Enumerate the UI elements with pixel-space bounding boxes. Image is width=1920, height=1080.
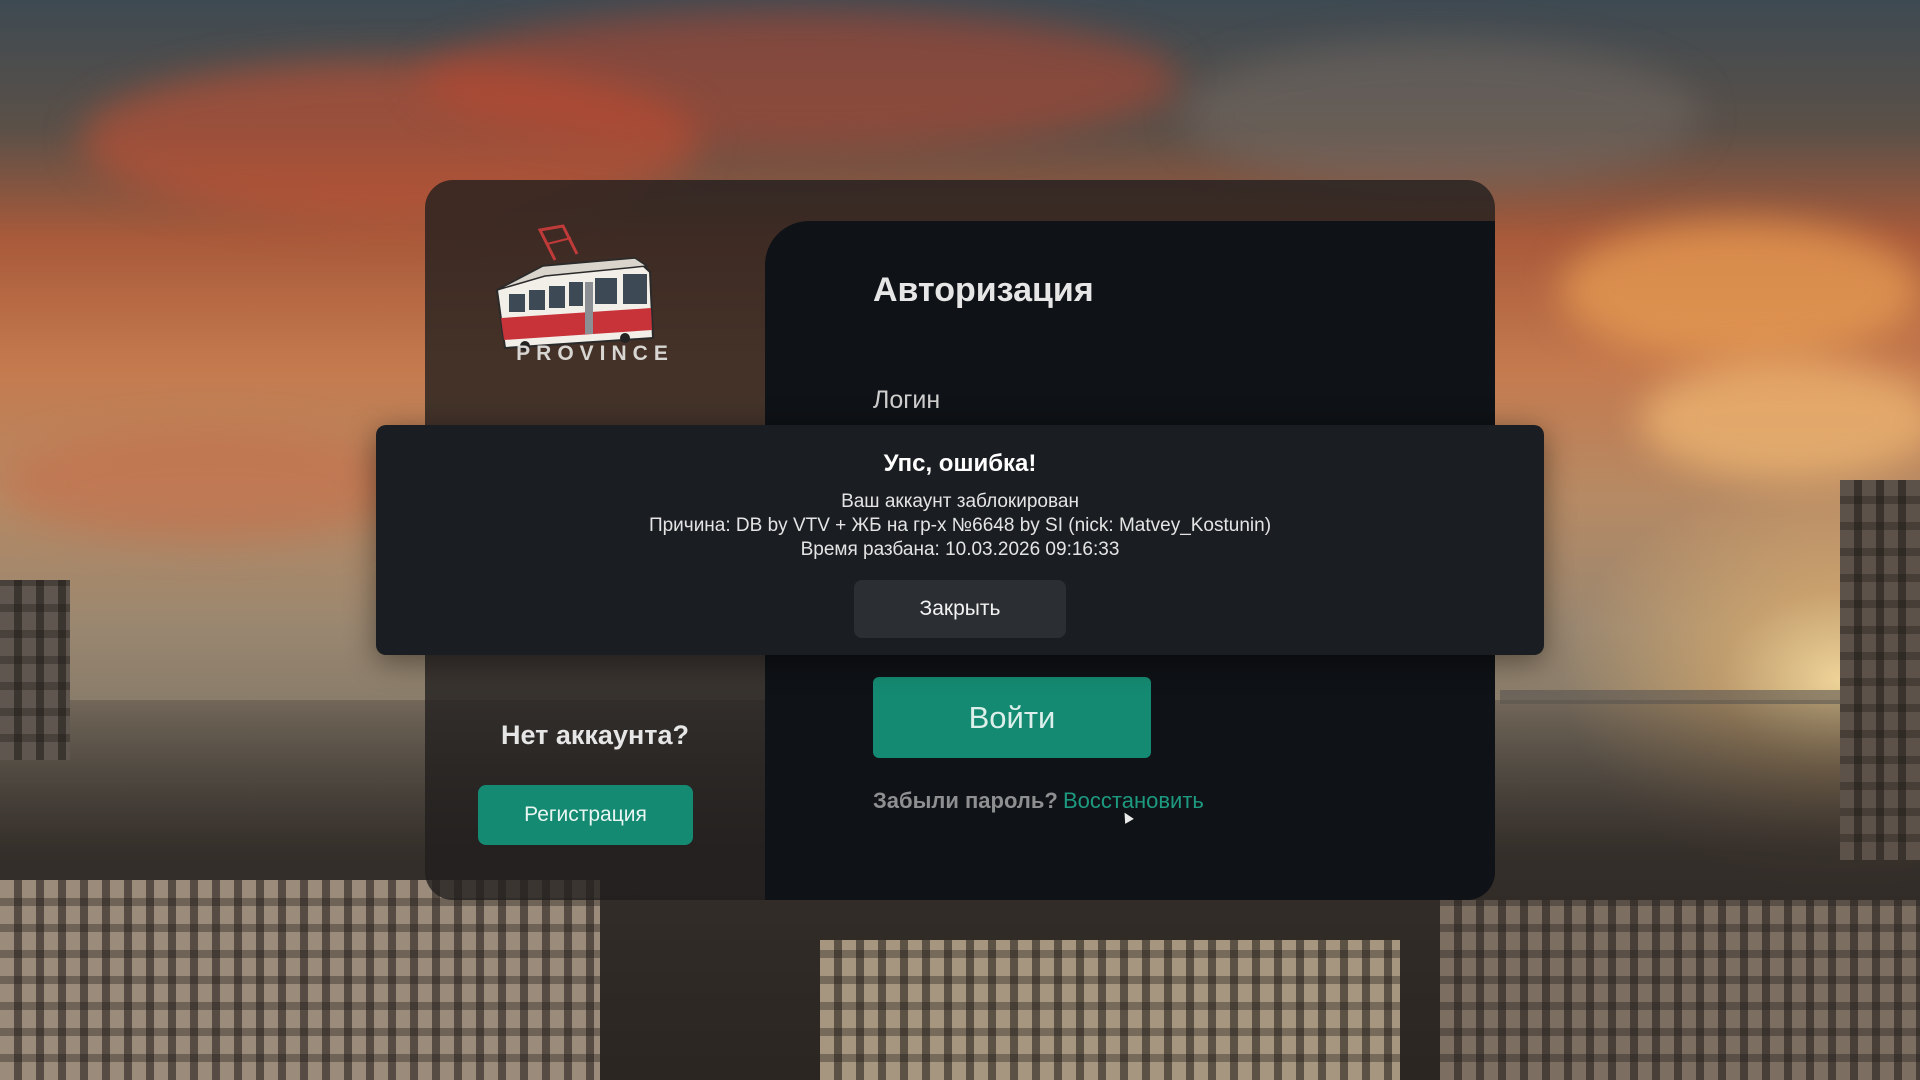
restore-password-link[interactable]: Восстановить [1063, 788, 1204, 814]
tram-icon [485, 220, 665, 360]
building [0, 580, 70, 760]
cloud [1560, 220, 1920, 360]
error-message: Ваш аккаунт заблокирован Причина: DB by … [376, 490, 1544, 562]
brand-name: PROVINCE [516, 342, 674, 365]
no-account-text: Нет аккаунта? [501, 720, 689, 750]
page-title: Авторизация [873, 271, 1094, 309]
building [820, 940, 1400, 1080]
building [0, 880, 600, 1080]
error-line-status: Ваш аккаунт заблокирован [841, 491, 1079, 512]
forgot-password-text: Забыли пароль? [873, 788, 1058, 813]
cloud [1640, 360, 1920, 480]
register-button[interactable]: Регистрация [478, 785, 693, 845]
close-button[interactable]: Закрыть [854, 580, 1066, 638]
bridge [1500, 690, 1860, 704]
error-line-unban-time: Время разбана: 10.03.2026 09:16:33 [800, 539, 1120, 560]
building [1440, 900, 1920, 1080]
building [1840, 480, 1920, 860]
login-button[interactable]: Войти [873, 677, 1151, 758]
error-title: Упс, ошибка! [883, 450, 1037, 477]
cloud [420, 10, 1180, 150]
error-line-reason: Причина: DB by VTV + ЖБ на гр-х №6648 by… [648, 515, 1272, 536]
error-modal: Упс, ошибка! Ваш аккаунт заблокирован Пр… [376, 425, 1544, 655]
login-label: Логин [873, 386, 941, 414]
cloud [0, 430, 420, 540]
cloud [1180, 40, 1700, 190]
